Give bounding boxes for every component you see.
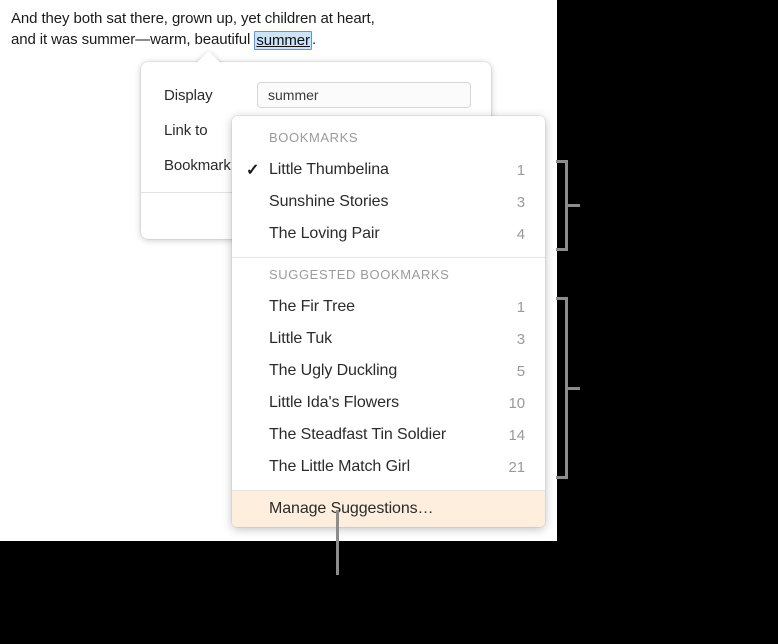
menu-item-page-number: 4 [516, 225, 525, 243]
document-canvas: And they both sat there, grown up, yet c… [0, 0, 557, 541]
menu-item-sunshine-stories[interactable]: Sunshine Stories 3 [232, 186, 545, 218]
paragraph-line-1: And they both sat there, grown up, yet c… [11, 10, 375, 27]
menu-item-page-number: 14 [508, 426, 526, 444]
menu-item-manage-suggestions[interactable]: Manage Suggestions… [232, 491, 545, 527]
document-paragraph: And they both sat there, grown up, yet c… [11, 8, 531, 50]
bracket-bottom-arm [556, 476, 568, 479]
bracket-stem [568, 387, 580, 390]
menu-item-page-number: 10 [508, 394, 526, 412]
menu-item-page-number: 5 [516, 362, 525, 380]
menu-item-little-idas-flowers[interactable]: Little Ida's Flowers 10 [232, 387, 545, 419]
menu-item-the-steadfast-tin-soldier[interactable]: The Steadfast Tin Soldier 14 [232, 419, 545, 451]
menu-item-label: The Ugly Duckling [269, 362, 398, 379]
menu-item-the-ugly-duckling[interactable]: The Ugly Duckling 5 [232, 355, 545, 387]
menu-section-gap-bottom [232, 483, 545, 490]
callout-bracket-bookmarks [556, 160, 582, 251]
callout-bracket-suggested-bookmarks [556, 297, 582, 479]
menu-section-header-suggested: SUGGESTED BOOKMARKS [269, 267, 450, 282]
menu-item-page-number: 3 [516, 193, 525, 211]
screenshot-stage: And they both sat there, grown up, yet c… [0, 0, 778, 644]
field-row-display: Display [164, 84, 264, 106]
selected-link-summer[interactable]: summer [254, 31, 312, 50]
callout-leader-line-manage-suggestions [336, 510, 339, 575]
menu-item-label: Little Ida's Flowers [269, 394, 399, 411]
menu-item-label: Little Thumbelina [269, 161, 389, 178]
menu-item-label: Sunshine Stories [269, 193, 389, 210]
menu-item-page-number: 1 [516, 298, 525, 316]
menu-item-label: The Little Match Girl [269, 458, 411, 475]
paragraph-line-2-text: and it was summer—warm, beautiful [11, 31, 255, 48]
menu-section-gap [232, 250, 545, 257]
menu-item-page-number: 1 [516, 161, 525, 179]
popover-pointer-arrow [196, 50, 222, 63]
display-field-label: Display [164, 86, 213, 104]
menu-section-header-bookmarks: BOOKMARKS [269, 130, 359, 145]
menu-item-the-loving-pair[interactable]: The Loving Pair 4 [232, 218, 545, 250]
paragraph-line-2: and it was summer—warm, beautiful summer… [11, 29, 531, 50]
menu-item-page-number: 21 [508, 458, 526, 476]
display-text-input[interactable]: summer [257, 82, 471, 108]
menu-item-label: Little Tuk [269, 330, 333, 347]
menu-item-label: The Steadfast Tin Soldier [269, 426, 447, 443]
bracket-bottom-arm [556, 248, 568, 251]
bookmarks-dropdown-menu: BOOKMARKS ✓ Little Thumbelina 1 Sunshine… [232, 116, 545, 527]
paragraph-period: . [311, 31, 317, 48]
checkmark-icon: ✓ [246, 162, 260, 179]
menu-item-the-fir-tree[interactable]: The Fir Tree 1 [232, 291, 545, 323]
menu-item-little-tuk[interactable]: Little Tuk 3 [232, 323, 545, 355]
menu-item-label: The Loving Pair [269, 225, 380, 242]
menu-item-label: The Fir Tree [269, 298, 355, 315]
bracket-stem [568, 204, 580, 207]
menu-item-little-thumbelina[interactable]: ✓ Little Thumbelina 1 [232, 154, 545, 186]
menu-item-page-number: 3 [516, 330, 525, 348]
menu-item-the-little-match-girl[interactable]: The Little Match Girl 21 [232, 451, 545, 483]
